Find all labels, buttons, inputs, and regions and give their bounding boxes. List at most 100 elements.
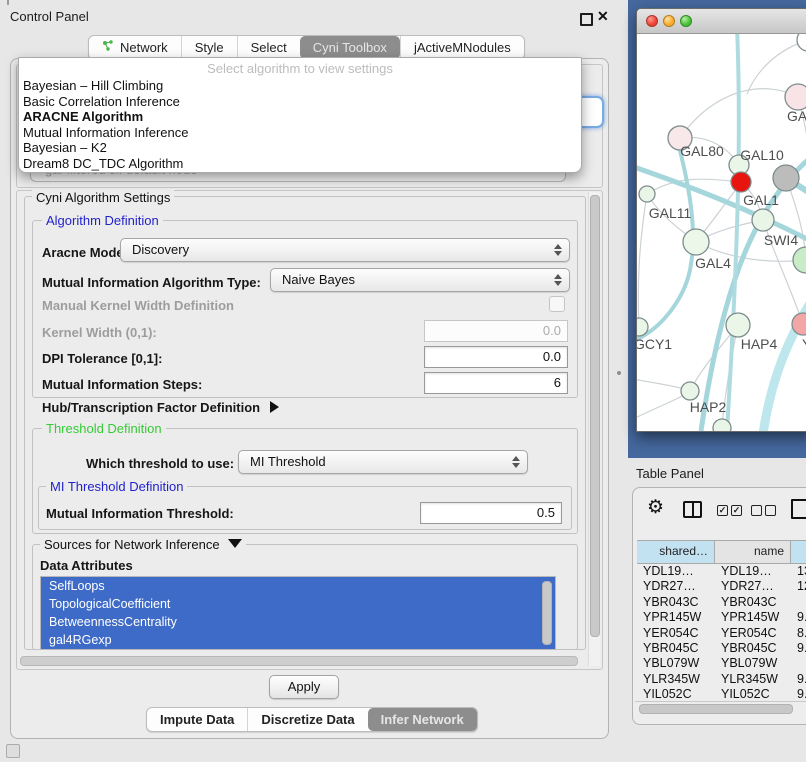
- sources-title: Sources for Network Inference: [44, 537, 220, 552]
- deselect-all-icon[interactable]: [751, 502, 779, 520]
- dropdown-item[interactable]: Bayesian – K2: [19, 140, 581, 156]
- table-row[interactable]: YBL079WYBL079W: [637, 656, 806, 671]
- list-item[interactable]: SelfLoops: [41, 577, 555, 595]
- node[interactable]: [681, 382, 699, 400]
- scrollbar-thumb[interactable]: [639, 704, 793, 714]
- float-window-icon[interactable]: [580, 13, 593, 26]
- table-row[interactable]: YPR145WYPR145W9.: [637, 610, 806, 625]
- aracne-mode-combo[interactable]: Discovery: [120, 238, 570, 262]
- panel-columns-icon[interactable]: [683, 501, 702, 518]
- tab-cyni-toolbox[interactable]: Cyni Toolbox: [300, 36, 400, 59]
- node[interactable]: [683, 229, 709, 255]
- kernel-width-field: 0.0: [424, 320, 568, 342]
- mi-type-value: Naive Bayes: [282, 272, 355, 287]
- which-threshold-label: Which threshold to use:: [86, 456, 234, 471]
- node[interactable]: [785, 84, 806, 110]
- settings-vertical-scrollbar[interactable]: [588, 192, 600, 666]
- tab-select[interactable]: Select: [237, 36, 300, 59]
- splitter-handle[interactable]: [617, 371, 621, 375]
- which-threshold-combo[interactable]: MI Threshold: [238, 450, 528, 474]
- table-row[interactable]: YBR043CYBR043C: [637, 595, 806, 610]
- node[interactable]: [793, 247, 806, 273]
- node-label: HAP2: [690, 399, 727, 415]
- close-icon[interactable]: ✕: [597, 8, 609, 25]
- mi-threshold-label: Mutual Information Threshold:: [46, 506, 234, 521]
- node-label: Y: [802, 336, 806, 352]
- tab-network[interactable]: Network: [89, 36, 181, 59]
- node-label: GCY1: [637, 336, 672, 352]
- stepper-icon: [554, 244, 561, 256]
- minimize-traffic-light-icon[interactable]: [663, 15, 675, 27]
- mi-type-label: Mutual Information Algorithm Type:: [42, 275, 261, 290]
- node[interactable]: [773, 165, 799, 191]
- hub-definition-toggle[interactable]: Hub/Transcription Factor Definition: [42, 400, 279, 415]
- stepper-icon: [554, 274, 561, 286]
- node[interactable]: [752, 209, 774, 231]
- list-scrollbar[interactable]: [542, 581, 552, 645]
- mi-steps-field[interactable]: 6: [424, 372, 568, 394]
- table-row[interactable]: YBR045CYBR045C9.: [637, 641, 806, 656]
- control-panel-title: Control Panel: [10, 9, 89, 24]
- zoom-traffic-light-icon[interactable]: [680, 15, 692, 27]
- node-label: GAL10: [740, 147, 784, 163]
- mi-threshold-group-title: MI Threshold Definition: [46, 479, 187, 494]
- collapse-arrow-icon[interactable]: [270, 401, 279, 413]
- tab-impute-data[interactable]: Impute Data: [147, 708, 247, 731]
- data-attributes-list[interactable]: SelfLoops TopologicalCoefficient Between…: [40, 576, 556, 650]
- table-horizontal-scrollbar[interactable]: [635, 701, 806, 714]
- node[interactable]: [726, 313, 750, 337]
- table-row[interactable]: YDR27…YDR27…12: [637, 579, 806, 594]
- scrollbar-thumb[interactable]: [590, 195, 600, 637]
- dropdown-placeholder: Select algorithm to view settings: [19, 60, 581, 78]
- table-row[interactable]: YLR345WYLR345W9.: [637, 672, 806, 687]
- threshold-definition-title: Threshold Definition: [42, 421, 166, 436]
- dropdown-item[interactable]: Mutual Information Inference: [19, 125, 581, 141]
- aracne-mode-value: Discovery: [132, 242, 189, 257]
- tab-jactivemnodules[interactable]: jActiveMNodules: [400, 36, 524, 59]
- network-window-titlebar[interactable]: [637, 9, 806, 34]
- column-header[interactable]: A: [791, 541, 806, 563]
- list-item[interactable]: gal4RGexp: [41, 631, 555, 649]
- hub-definition-label: Hub/Transcription Factor Definition: [42, 400, 260, 415]
- table-row[interactable]: YER054CYER054C8.: [637, 626, 806, 641]
- window-edge-notch: [7, 0, 9, 5]
- column-header[interactable]: name: [715, 541, 791, 563]
- network-canvas[interactable]: GAL GAL80 GAL10 GAL1 GAL11 SWI4 GAL4 GCY…: [637, 34, 806, 431]
- column-header[interactable]: shared…: [637, 541, 715, 563]
- node[interactable]: [797, 34, 806, 51]
- apply-button[interactable]: Apply: [269, 675, 339, 699]
- settings-horizontal-scrollbar[interactable]: [18, 655, 586, 666]
- collapsed-panel-icon[interactable]: [6, 744, 20, 758]
- gear-icon[interactable]: ⚙: [647, 496, 664, 519]
- mi-type-combo[interactable]: Naive Bayes: [270, 268, 570, 292]
- table-row[interactable]: YDL19…YDL19…13: [637, 564, 806, 579]
- network-window[interactable]: GAL GAL80 GAL10 GAL1 GAL11 SWI4 GAL4 GCY…: [636, 8, 806, 432]
- data-attributes-label: Data Attributes: [40, 558, 133, 573]
- node-label: GAL11: [649, 205, 692, 221]
- list-item[interactable]: BetweennessCentrality: [41, 613, 555, 631]
- scrollbar-thumb[interactable]: [20, 656, 578, 666]
- dpi-tolerance-field[interactable]: 0.0: [424, 346, 568, 368]
- dropdown-item-selected[interactable]: ARACNE Algorithm: [19, 109, 581, 125]
- node-label: HAP4: [741, 336, 778, 352]
- node-label: GAL4: [695, 255, 731, 271]
- tab-infer-network[interactable]: Infer Network: [368, 708, 477, 731]
- list-item[interactable]: TopologicalCoefficient: [41, 595, 555, 613]
- sources-toggle[interactable]: Sources for Network Inference: [40, 537, 246, 552]
- dropdown-item[interactable]: Basic Correlation Inference: [19, 94, 581, 110]
- close-traffic-light-icon[interactable]: [646, 15, 658, 27]
- manual-kernel-checkbox[interactable]: [549, 296, 565, 312]
- mi-threshold-field[interactable]: 0.5: [420, 502, 562, 524]
- table-panel: ⚙ ✓✓ shared… name A YDL19…YDL19…13 YDR27…: [632, 487, 806, 725]
- node[interactable]: [713, 419, 731, 431]
- expand-arrow-icon[interactable]: [228, 539, 242, 548]
- dpi-tolerance-label: DPI Tolerance [0,1]:: [42, 351, 162, 366]
- export-table-icon[interactable]: [791, 499, 806, 519]
- select-all-icon[interactable]: ✓✓: [717, 502, 745, 520]
- node-selected[interactable]: [731, 172, 751, 192]
- dropdown-item[interactable]: Dream8 DC_TDC Algorithm: [19, 156, 581, 172]
- dropdown-item[interactable]: Bayesian – Hill Climbing: [19, 78, 581, 94]
- tab-discretize-data[interactable]: Discretize Data: [247, 708, 367, 731]
- node[interactable]: [639, 186, 655, 202]
- tab-style[interactable]: Style: [181, 36, 237, 59]
